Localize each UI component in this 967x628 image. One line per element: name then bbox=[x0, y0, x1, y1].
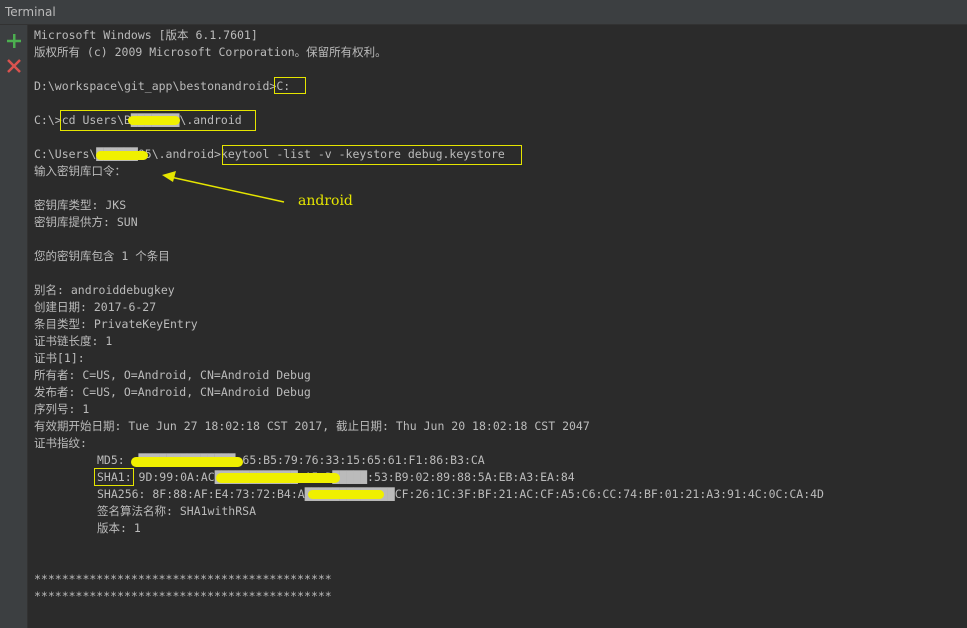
annotation-arrow bbox=[162, 171, 285, 203]
highlight-box-sha1 bbox=[94, 468, 134, 486]
certificate-version: 版本: 1 bbox=[97, 521, 141, 535]
terminal-line: 条目类型: PrivateKeyEntry bbox=[34, 317, 198, 331]
terminal-line: 证书[1]: bbox=[34, 351, 85, 365]
terminal-line: 证书指纹: bbox=[34, 436, 87, 450]
add-session-button[interactable] bbox=[7, 34, 21, 48]
terminal-line: 有效期开始日期: Tue Jun 27 18:02:18 CST 2017, 截… bbox=[34, 419, 590, 433]
terminal-line: 所有者: C=US, O=Android, CN=Android Debug bbox=[34, 368, 311, 382]
close-session-button[interactable] bbox=[7, 59, 21, 73]
terminal-output[interactable]: Microsoft Windows [版本 6.1.7601] 版权所有 (c)… bbox=[28, 25, 967, 628]
window-title: Terminal bbox=[5, 5, 56, 19]
terminal-line: ****************************************… bbox=[34, 589, 332, 603]
signature-algorithm: 签名算法名称: SHA1withRSA bbox=[97, 504, 257, 518]
terminal-line: 创建日期: 2017-6-27 bbox=[34, 300, 157, 314]
terminal-line: 您的密钥库包含 1 个条目 bbox=[34, 249, 170, 263]
terminal-titlebar: Terminal bbox=[0, 0, 967, 25]
fingerprint-sha256: SHA256: 8F:88:AF:E4:73:72:B4:A██████████… bbox=[97, 487, 824, 501]
terminal-line: 证书链长度: 1 bbox=[34, 334, 113, 348]
terminal-sidebar bbox=[0, 25, 28, 628]
terminal-line: 序列号: 1 bbox=[34, 402, 90, 416]
redaction-mark bbox=[308, 490, 384, 499]
terminal-line: 别名: androiddebugkey bbox=[34, 283, 175, 297]
terminal-line: ****************************************… bbox=[34, 572, 332, 586]
plus-icon bbox=[7, 34, 21, 48]
terminal-line: 发布者: C=US, O=Android, CN=Android Debug bbox=[34, 385, 311, 399]
annotation-label: android bbox=[298, 193, 353, 209]
redaction-mark bbox=[216, 473, 340, 483]
close-icon bbox=[7, 59, 21, 73]
redaction-mark bbox=[131, 457, 243, 467]
